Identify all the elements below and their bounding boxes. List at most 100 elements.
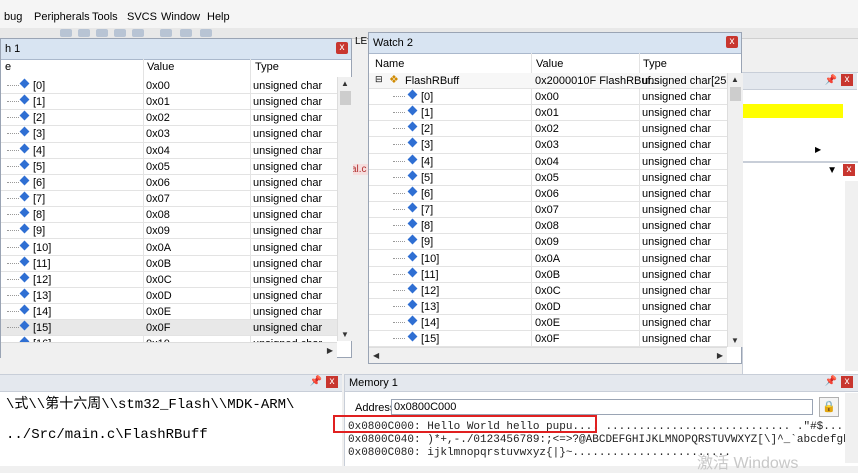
- watch2-hscroll[interactable]: ◀ ▶: [369, 347, 727, 363]
- menu-svcs[interactable]: SVCS: [127, 11, 157, 23]
- table-row[interactable]: [13] 0x0D unsigned char: [369, 299, 727, 316]
- tree-line: [393, 289, 405, 291]
- scroll-right-icon[interactable]: ▶: [815, 145, 839, 155]
- menu-debug[interactable]: bug: [4, 11, 22, 23]
- watch1-vscroll[interactable]: ▲ ▼: [337, 77, 353, 341]
- scroll-left-icon[interactable]: ◀: [373, 351, 379, 360]
- address-input[interactable]: [391, 399, 813, 415]
- table-row[interactable]: [7] 0x07 unsigned char: [1, 191, 337, 208]
- menu-window[interactable]: Window: [161, 11, 200, 23]
- pin-icon[interactable]: 📌: [825, 376, 837, 387]
- table-row[interactable]: [5] 0x05 unsigned char: [369, 170, 727, 186]
- toolbar-icon[interactable]: [96, 29, 108, 37]
- table-row[interactable]: [13] 0x0D unsigned char: [1, 288, 337, 305]
- table-row[interactable]: [14] 0x0E unsigned char: [1, 304, 337, 321]
- right-scrollbar[interactable]: [845, 181, 858, 371]
- table-row[interactable]: [1] 0x01 unsigned char: [369, 105, 727, 122]
- toolbar-icon[interactable]: [132, 29, 144, 37]
- table-row[interactable]: [15] 0x0F unsigned char: [369, 331, 727, 348]
- scroll-down-icon[interactable]: ▼: [731, 336, 739, 345]
- table-row[interactable]: [2] 0x02 unsigned char: [1, 110, 337, 127]
- table-row[interactable]: [0] 0x00 unsigned char: [1, 78, 337, 95]
- close-icon[interactable]: x: [841, 376, 853, 388]
- memory-vscroll[interactable]: [845, 393, 858, 463]
- table-row[interactable]: [1] 0x01 unsigned char: [1, 94, 337, 111]
- toolbar-icon[interactable]: [160, 29, 172, 37]
- right-panel-2: ▼ x: [742, 162, 858, 376]
- menu-tools[interactable]: Tools: [92, 11, 118, 23]
- col-header-value[interactable]: Value: [536, 58, 563, 74]
- table-row[interactable]: [10] 0x0A unsigned char: [369, 251, 727, 267]
- pin-icon[interactable]: 📌: [825, 75, 837, 86]
- table-row[interactable]: [6] 0x06 unsigned char: [1, 175, 337, 192]
- col-header-value[interactable]: Value: [147, 61, 174, 77]
- row-name: [15]: [33, 322, 52, 335]
- member-icon: [407, 267, 418, 278]
- toolbar-icon[interactable]: [60, 29, 72, 37]
- scroll-up-icon[interactable]: ▲: [731, 75, 739, 84]
- toolbar-icon[interactable]: [200, 29, 212, 37]
- row-name: [4]: [33, 144, 46, 157]
- table-row[interactable]: [8] 0x08 unsigned char: [369, 218, 727, 235]
- tree-line: [7, 117, 19, 119]
- table-row[interactable]: [3] 0x03 unsigned char: [369, 137, 727, 154]
- table-row[interactable]: [10] 0x0A unsigned char: [1, 240, 337, 256]
- table-row[interactable]: [2] 0x02 unsigned char: [369, 121, 727, 138]
- row-value: 0x08: [146, 209, 170, 222]
- table-row[interactable]: [3] 0x03 unsigned char: [1, 126, 337, 143]
- table-row[interactable]: [7] 0x07 unsigned char: [369, 202, 727, 219]
- member-icon: [19, 320, 30, 331]
- pin-icon[interactable]: 📌: [310, 376, 322, 387]
- scroll-down-icon[interactable]: ▼: [341, 330, 349, 339]
- table-row[interactable]: [12] 0x0C unsigned char: [369, 283, 727, 299]
- table-row[interactable]: [8] 0x08 unsigned char: [1, 207, 337, 224]
- menu-help[interactable]: Help: [207, 11, 230, 23]
- watch1-hscroll[interactable]: ▶: [1, 342, 337, 358]
- toolbar-icon[interactable]: [180, 29, 192, 37]
- table-row[interactable]: [5] 0x05 unsigned char: [1, 159, 337, 175]
- table-row[interactable]: [15] 0x0F unsigned char: [1, 320, 337, 337]
- watch1-titlebar[interactable]: h 1 x: [1, 39, 351, 60]
- table-row[interactable]: [11] 0x0B unsigned char: [1, 256, 337, 272]
- table-row[interactable]: [9] 0x09 unsigned char: [369, 234, 727, 251]
- scroll-right-icon[interactable]: ▶: [327, 346, 333, 355]
- col-header-name[interactable]: Name: [375, 58, 404, 74]
- tree-line: [7, 85, 19, 86]
- close-icon[interactable]: x: [841, 74, 853, 86]
- row-value: 0x00: [146, 80, 170, 92]
- table-row[interactable]: [12] 0x0C unsigned char: [1, 272, 337, 288]
- scroll-up-icon[interactable]: ▲: [341, 79, 349, 88]
- toolbar-icon[interactable]: [114, 29, 126, 37]
- watch2-titlebar[interactable]: Watch 2 x: [369, 33, 741, 54]
- col-header-type[interactable]: Type: [643, 58, 667, 74]
- toolbar-icon[interactable]: [78, 29, 90, 37]
- close-icon[interactable]: x: [326, 376, 338, 388]
- lock-icon[interactable]: 🔒: [819, 397, 839, 417]
- col-header-name[interactable]: e: [5, 61, 11, 77]
- col-header-type[interactable]: Type: [255, 61, 279, 77]
- scroll-thumb[interactable]: [340, 91, 351, 105]
- close-icon[interactable]: x: [726, 36, 738, 48]
- close-icon[interactable]: x: [336, 42, 348, 54]
- table-row[interactable]: [11] 0x0B unsigned char: [369, 267, 727, 283]
- table-row[interactable]: [4] 0x04 unsigned char: [369, 154, 727, 170]
- table-row[interactable]: [14] 0x0E unsigned char: [369, 315, 727, 332]
- member-icon: [19, 143, 30, 154]
- watch2-parent-row[interactable]: ⊟ ❖ FlashRBuff 0x2000010F FlashRBuf... u…: [369, 73, 736, 89]
- collapse-icon[interactable]: ⊟: [375, 74, 383, 85]
- table-row[interactable]: [6] 0x06 unsigned char: [369, 186, 727, 203]
- row-value: 0x0C: [146, 273, 172, 286]
- tree-line: [393, 209, 405, 211]
- row-type: unsigned char: [642, 317, 712, 330]
- scroll-right-icon[interactable]: ▶: [717, 351, 723, 360]
- watermark: 激活 Windows: [697, 455, 799, 472]
- table-row[interactable]: [0] 0x00 unsigned char: [369, 89, 727, 106]
- close-icon[interactable]: x: [843, 164, 855, 176]
- watch2-vscroll[interactable]: ▲ ▼: [727, 73, 743, 347]
- row-value: 0x0F: [535, 333, 560, 346]
- table-row[interactable]: [9] 0x09 unsigned char: [1, 223, 337, 240]
- dropdown-arrow-icon[interactable]: ▼: [827, 165, 837, 176]
- scroll-thumb[interactable]: [730, 87, 741, 101]
- table-row[interactable]: [4] 0x04 unsigned char: [1, 143, 337, 159]
- menu-peripherals[interactable]: Peripherals: [34, 11, 90, 23]
